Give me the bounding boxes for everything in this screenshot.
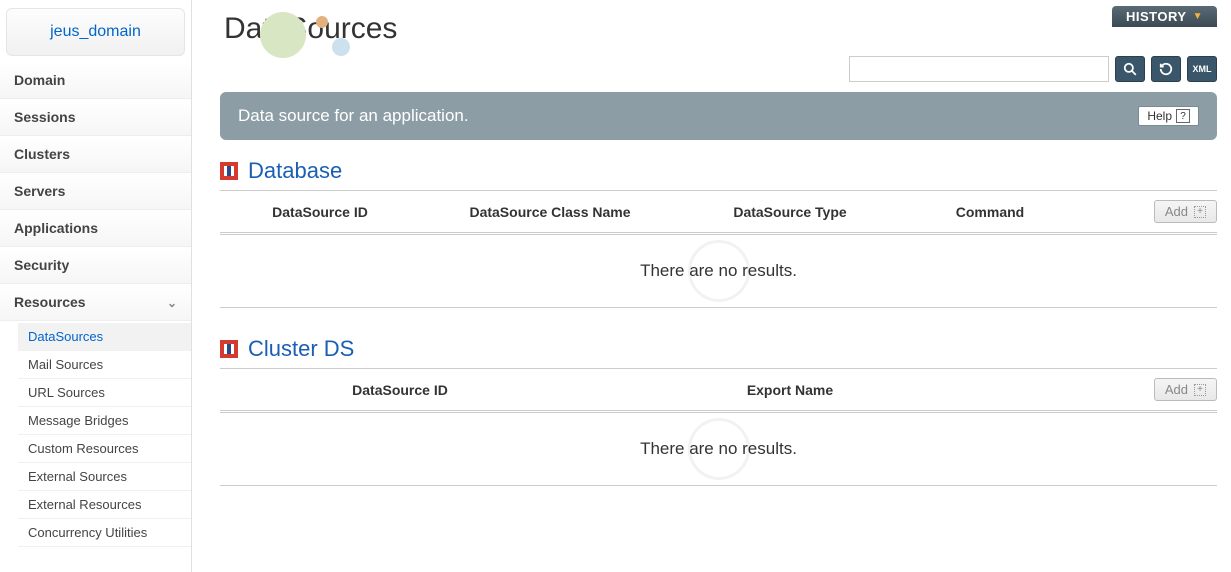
refresh-icon — [1159, 62, 1173, 76]
description-bar: Data source for an application. Help ? — [220, 92, 1217, 140]
search-button[interactable] — [1115, 56, 1145, 82]
domain-title[interactable]: jeus_domain — [6, 8, 185, 56]
column-header: DataSource Type — [680, 204, 900, 220]
database-table: DataSource ID DataSource Class Name Data… — [220, 190, 1217, 308]
empty-state: There are no results. — [220, 235, 1217, 308]
chevron-down-icon: ⌄ — [167, 296, 177, 310]
column-header: Export Name — [580, 382, 1000, 398]
help-button[interactable]: Help ? — [1138, 106, 1199, 126]
sidebar-item-security[interactable]: Security — [0, 247, 191, 284]
empty-state: There are no results. — [220, 413, 1217, 486]
sidebar-item-label: Resources — [14, 294, 86, 310]
help-icon: ? — [1176, 109, 1190, 123]
sidebar-item-sessions[interactable]: Sessions — [0, 99, 191, 136]
xml-button[interactable]: XML — [1187, 56, 1217, 82]
sidebar-subitem-concurrency-utilities[interactable]: Concurrency Utilities — [18, 519, 191, 547]
section-icon — [220, 340, 238, 358]
sidebar-item-domain[interactable]: Domain — [0, 62, 191, 99]
section-title: Database — [248, 158, 342, 184]
sidebar-subitem-external-resources[interactable]: External Resources — [18, 491, 191, 519]
column-header: DataSource ID — [220, 382, 580, 398]
cluster-ds-table: DataSource ID Export Name Add + There ar… — [220, 368, 1217, 486]
add-label: Add — [1165, 382, 1188, 397]
description-text: Data source for an application. — [238, 106, 469, 126]
search-input[interactable] — [849, 56, 1109, 82]
sidebar-subitem-mail-sources[interactable]: Mail Sources — [18, 351, 191, 379]
sidebar-subitem-datasources[interactable]: DataSources — [18, 323, 191, 351]
xml-icon: XML — [1193, 64, 1212, 74]
plus-icon: + — [1194, 384, 1206, 396]
main-content: HISTORY ▼ DataSources XML Data source fo… — [192, 0, 1231, 572]
section-header-database: Database — [220, 158, 1217, 184]
resources-submenu: DataSources Mail Sources URL Sources Mes… — [0, 321, 191, 547]
sidebar-subitem-message-bridges[interactable]: Message Bridges — [18, 407, 191, 435]
sidebar: jeus_domain Domain Sessions Clusters Ser… — [0, 0, 192, 572]
sidebar-subitem-external-sources[interactable]: External Sources — [18, 463, 191, 491]
add-database-button[interactable]: Add + — [1154, 200, 1217, 223]
help-label: Help — [1147, 109, 1172, 123]
column-header: Command — [900, 204, 1080, 220]
add-label: Add — [1165, 204, 1188, 219]
column-header: DataSource ID — [220, 204, 420, 220]
plus-icon: + — [1194, 206, 1206, 218]
sidebar-item-applications[interactable]: Applications — [0, 210, 191, 247]
add-cluster-ds-button[interactable]: Add + — [1154, 378, 1217, 401]
section-icon — [220, 162, 238, 180]
section-title: Cluster DS — [248, 336, 354, 362]
column-header: DataSource Class Name — [420, 204, 680, 220]
sidebar-subitem-custom-resources[interactable]: Custom Resources — [18, 435, 191, 463]
sidebar-item-clusters[interactable]: Clusters — [0, 136, 191, 173]
sidebar-item-servers[interactable]: Servers — [0, 173, 191, 210]
search-icon — [1123, 62, 1137, 76]
page-title: DataSources — [224, 12, 1217, 46]
refresh-button[interactable] — [1151, 56, 1181, 82]
section-header-cluster-ds: Cluster DS — [220, 336, 1217, 362]
sidebar-item-resources[interactable]: Resources ⌄ — [0, 284, 191, 321]
sidebar-subitem-url-sources[interactable]: URL Sources — [18, 379, 191, 407]
